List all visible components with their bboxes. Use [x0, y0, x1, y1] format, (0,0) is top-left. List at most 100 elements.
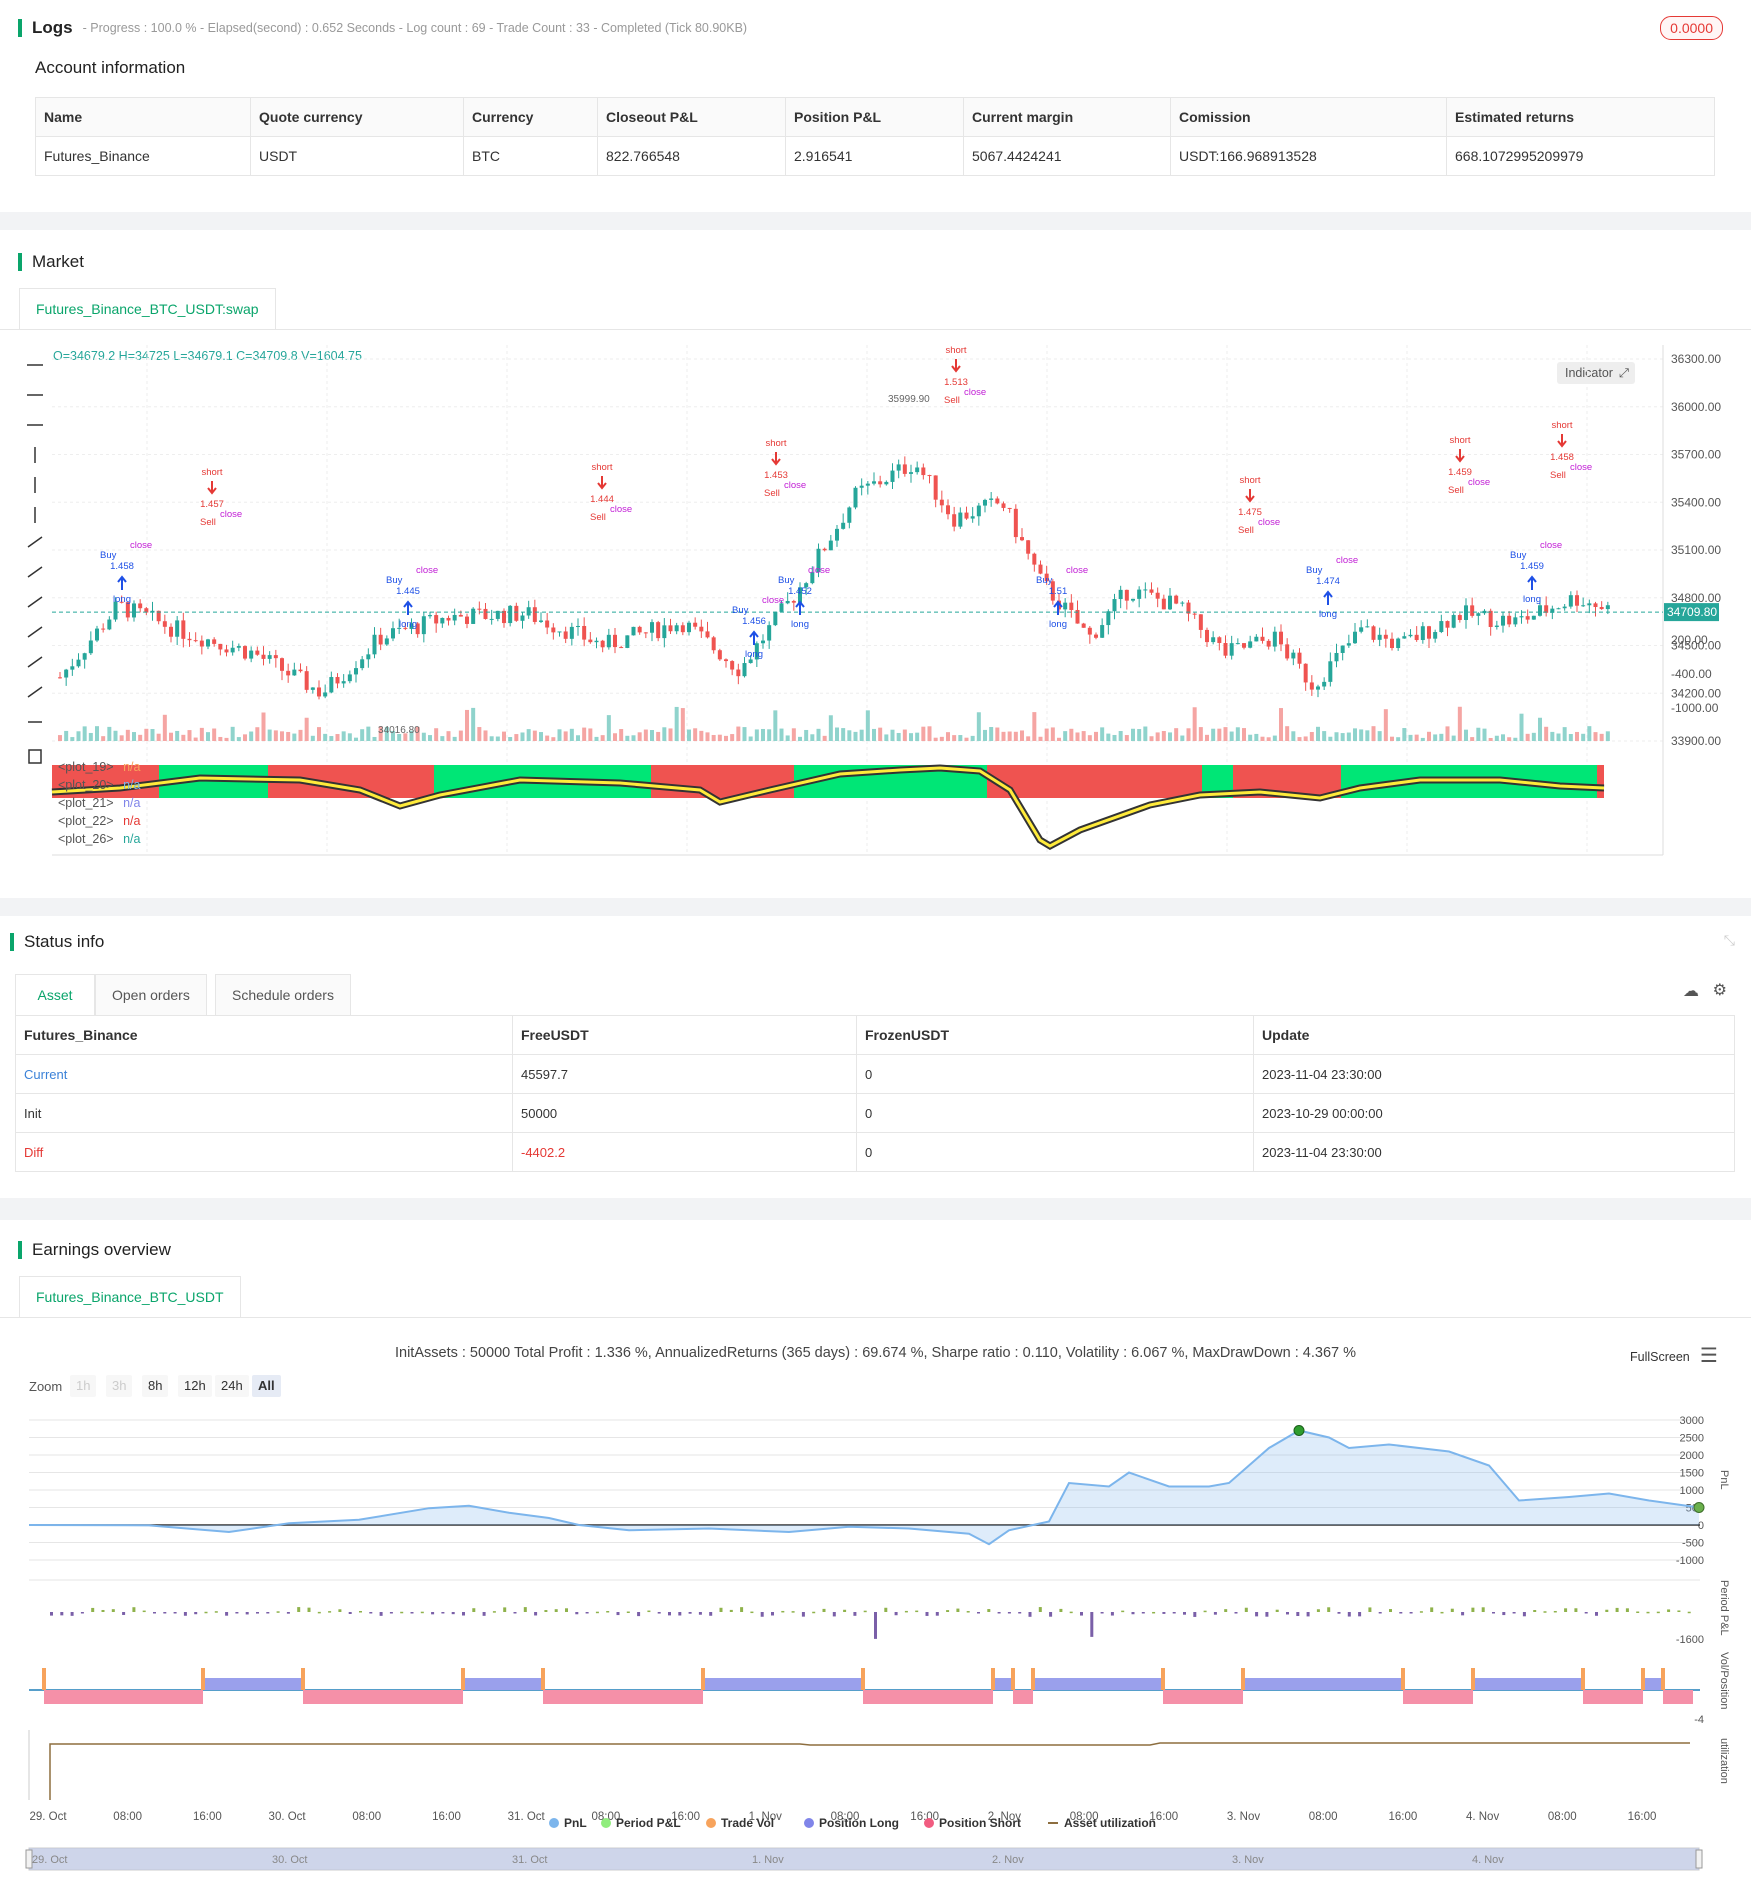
- fullscreen-button[interactable]: FullScreen: [1630, 1350, 1690, 1364]
- volume-bar: [853, 731, 858, 741]
- period-pnl-bar: [1275, 1609, 1279, 1612]
- volume-bar: [1433, 734, 1438, 741]
- volume-bar: [317, 727, 321, 741]
- zoom-8h-button[interactable]: 8h: [142, 1375, 169, 1397]
- volume-bar: [1223, 727, 1228, 741]
- zoom-3h-button[interactable]: 3h: [106, 1375, 133, 1397]
- status-title: Status info: [10, 932, 104, 952]
- volume-bar: [1464, 729, 1468, 741]
- zoom-all-button[interactable]: All: [252, 1375, 281, 1397]
- table-cell: 0: [856, 1093, 1254, 1133]
- volume-bar: [939, 736, 944, 741]
- candle-body: [526, 607, 531, 616]
- candle-body: [1285, 644, 1290, 659]
- period-pnl-bar: [1636, 1611, 1640, 1614]
- period-pnl-bar: [256, 1612, 259, 1614]
- candle-body: [347, 674, 352, 682]
- period-pnl-bar: [101, 1609, 105, 1612]
- pnl-tick-label: -1000: [1676, 1555, 1704, 1567]
- volume-bar: [625, 735, 630, 741]
- candle-body: [304, 671, 309, 690]
- price-chart[interactable]: 36300.00 36000.00 35700.00 35400.00 35100.00…: [0, 340, 1751, 860]
- volume-bar: [841, 728, 846, 741]
- candle-body: [199, 640, 204, 647]
- period-pnl-bar: [977, 1612, 980, 1614]
- legend-dot-icon: [601, 1818, 611, 1828]
- short-position-block: [1663, 1690, 1693, 1704]
- price-tick-label: 34800.00: [1671, 591, 1721, 605]
- period-pnl-bar: [544, 1610, 548, 1612]
- sell-signal-label: Sell: [764, 488, 780, 499]
- buy-signal-label: Buy: [386, 575, 403, 586]
- volume-bar: [952, 735, 957, 741]
- trade-value-label: 1.445: [396, 586, 420, 597]
- candle-body: [292, 669, 297, 676]
- tab-schedule-orders[interactable]: Schedule orders: [215, 974, 351, 1015]
- candle-body: [1143, 589, 1148, 591]
- period-pnl-bar: [142, 1610, 146, 1613]
- column-header: Quote currency: [250, 97, 464, 137]
- volume-bar: [446, 731, 451, 741]
- logs-title: Logs - Progress : 100.0 % - Elapsed(seco…: [18, 18, 747, 38]
- column-header: Futures_Binance: [15, 1015, 513, 1055]
- period-pnl-bar: [688, 1612, 692, 1614]
- candle-body: [298, 669, 303, 672]
- table-row: Current 45597.7 0 2023-11-04 23:30:00: [15, 1054, 1735, 1094]
- volume-bar: [865, 710, 870, 741]
- zoom-12h-button[interactable]: 12h: [178, 1375, 212, 1397]
- period-pnl-bar: [1224, 1609, 1228, 1612]
- arrow-down-icon: [771, 452, 781, 466]
- gear-icon[interactable]: ⚙: [1713, 980, 1727, 1000]
- candle-body: [341, 681, 346, 684]
- cloud-download-icon[interactable]: ☁: [1683, 981, 1699, 1001]
- volume-bar: [64, 730, 69, 741]
- candle-body: [58, 677, 62, 679]
- period-pnl-bar: [1358, 1612, 1362, 1617]
- volume-bar: [1063, 731, 1068, 741]
- volume-bar: [662, 727, 667, 741]
- zoom-24h-button[interactable]: 24h: [215, 1375, 249, 1397]
- collapse-icon[interactable]: ⤡: [1724, 932, 1735, 949]
- volume-bar: [144, 728, 149, 741]
- tab-earnings-symbol[interactable]: Futures_Binance_BTC_USDT: [19, 1276, 241, 1317]
- candle-body: [1124, 589, 1129, 601]
- trade-value-label: 1.51: [1049, 586, 1068, 597]
- legend-dot-icon: [924, 1818, 934, 1828]
- short-position-block: [44, 1690, 203, 1704]
- candle-body: [446, 617, 451, 621]
- volume-bar: [354, 737, 358, 741]
- volume-bar: [1248, 734, 1253, 741]
- buy-signal-label: Buy: [1510, 550, 1527, 561]
- volume-bar: [1414, 734, 1419, 741]
- tab-open-orders[interactable]: Open orders: [95, 974, 207, 1015]
- time-tick-label: 16:00: [432, 1811, 461, 1823]
- period-pnl-bar: [1553, 1610, 1557, 1613]
- trade-value-label: 1.452: [788, 586, 812, 597]
- short-position-block: [1013, 1690, 1033, 1704]
- navigator-handle-left[interactable]: [25, 1849, 33, 1869]
- zoom-1h-button[interactable]: 1h: [70, 1375, 97, 1397]
- period-pnl-bar: [328, 1611, 332, 1613]
- volume-bar: [1346, 732, 1351, 741]
- candle-body: [175, 620, 180, 637]
- candle-body: [323, 692, 328, 697]
- volume-bar: [514, 734, 519, 741]
- candle-body: [946, 505, 950, 515]
- period-pnl-bar: [904, 1610, 908, 1613]
- short-position-block: [303, 1690, 463, 1704]
- earnings-chart[interactable]: 300025002000150010005000-500-1000PnL-160…: [0, 1400, 1751, 1898]
- volume-bar: [1303, 736, 1308, 741]
- long-position-block: [463, 1678, 543, 1690]
- tab-asset[interactable]: Asset: [15, 974, 95, 1015]
- candle-body: [107, 619, 112, 630]
- period-pnl-bar: [1038, 1607, 1042, 1612]
- volume-bar: [674, 706, 679, 741]
- current-price-label: 34709.80: [1667, 605, 1717, 619]
- period-pnl-bar: [379, 1612, 383, 1616]
- volume-bar: [169, 732, 173, 741]
- candle-body: [1439, 621, 1444, 633]
- candle-body: [1525, 616, 1530, 620]
- menu-icon[interactable]: ☰: [1700, 1343, 1718, 1368]
- tab-market-symbol[interactable]: Futures_Binance_BTC_USDT:swap: [19, 288, 276, 329]
- navigator-handle-right[interactable]: [1695, 1849, 1703, 1869]
